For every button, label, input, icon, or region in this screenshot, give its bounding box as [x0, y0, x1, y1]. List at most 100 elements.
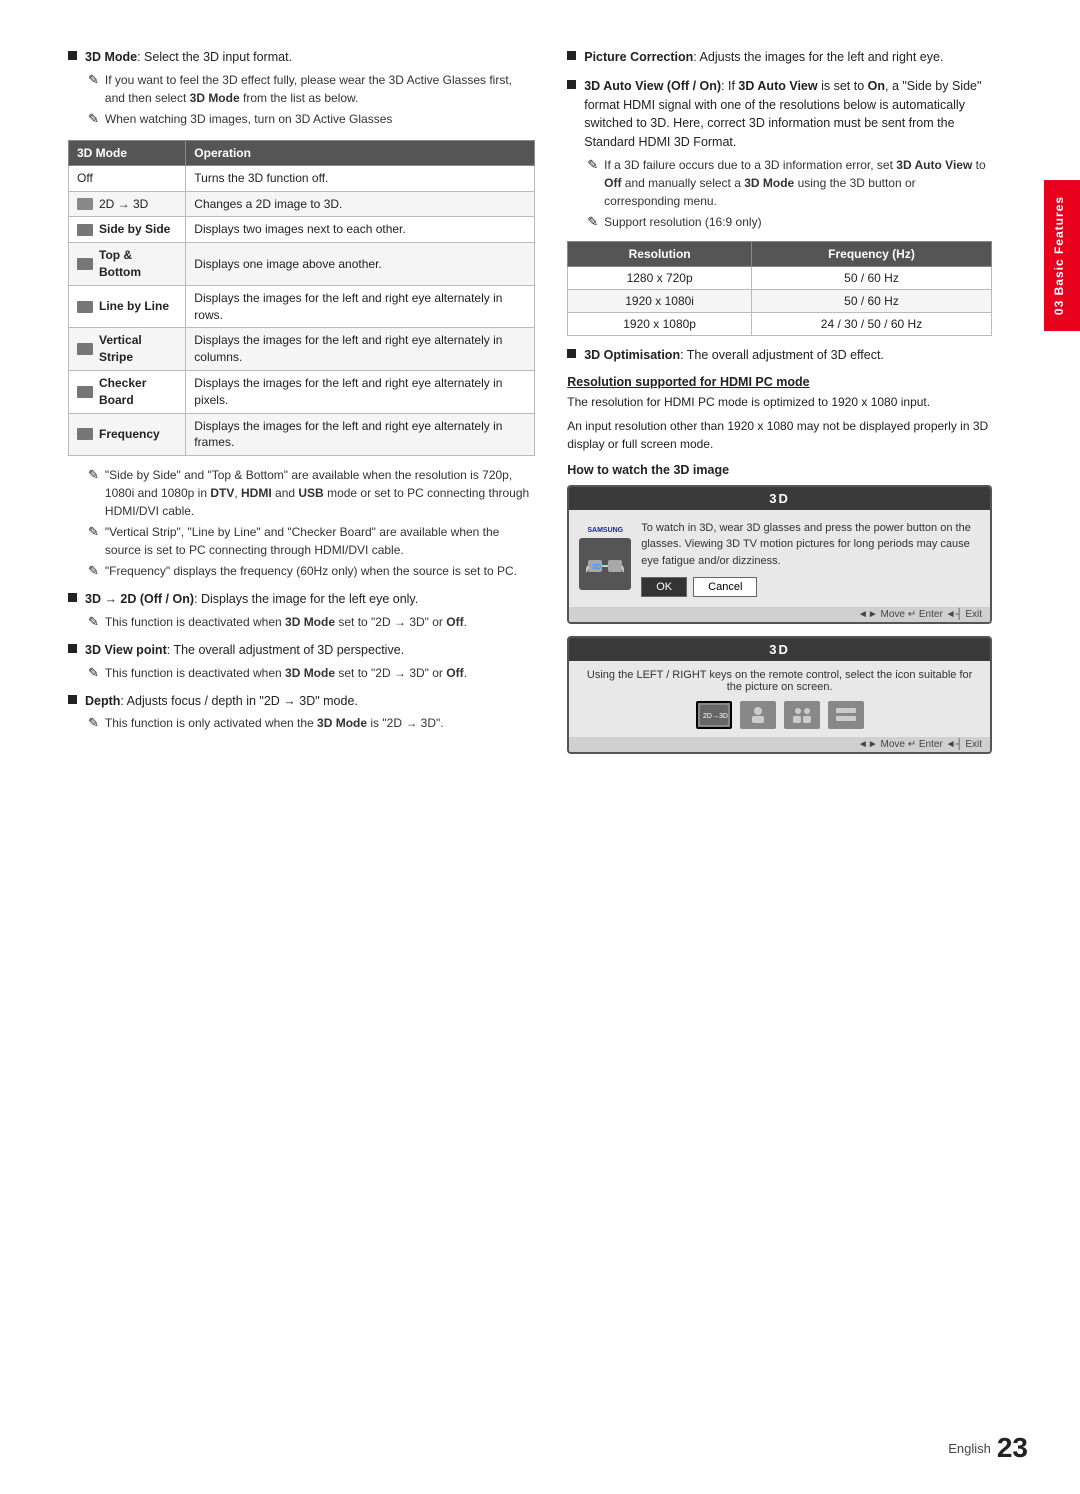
glasses-svg: 3D — [586, 550, 624, 578]
freq-cell: 24 / 30 / 50 / 60 Hz — [752, 312, 992, 335]
table-header-operation: Operation — [186, 140, 535, 165]
table-header-mode: 3D Mode — [69, 140, 186, 165]
pencil-icon-2: ✎ — [88, 111, 99, 127]
depth-text: Depth: Adjusts focus / depth in "2D → 3D… — [85, 692, 358, 711]
table-row: Frequency Displays the images for the le… — [69, 413, 535, 456]
cancel-button[interactable]: Cancel — [693, 577, 757, 597]
bullet-3d-viewpoint: 3D View point: The overall adjustment of… — [68, 641, 535, 682]
dialog-icon-area: SAMSUNG 3D — [579, 527, 631, 590]
bullet-3d-auto-view: 3D Auto View (Off / On): If 3D Auto View… — [567, 77, 992, 231]
right-column: Picture Correction: Adjusts the images f… — [567, 48, 992, 766]
pencil-icon-1: ✎ — [88, 72, 99, 88]
picture-correction-text: Picture Correction: Adjusts the images f… — [584, 48, 943, 67]
note-text-1: "Side by Side" and "Top & Bottom" are av… — [105, 466, 535, 520]
dialog-text-area-1: To watch in 3D, wear 3D glasses and pres… — [641, 520, 980, 598]
table-row: Off Turns the 3D function off. — [69, 165, 535, 191]
resolution-table: Resolution Frequency (Hz) 1280 x 720p 50… — [567, 241, 992, 336]
3d-2d-text: 3D → 2D (Off / On): Displays the image f… — [85, 590, 418, 609]
ok-button[interactable]: OK — [641, 577, 687, 597]
sub-text-auto-view-1: If a 3D failure occurs due to a 3D infor… — [604, 156, 992, 210]
bullet-icon — [567, 80, 576, 89]
svg-text:3D: 3D — [592, 564, 601, 571]
page-number: 23 — [997, 1434, 1028, 1462]
bullet-3d-mode: 3D Mode: Select the 3D input format. ✎ I… — [68, 48, 535, 128]
bullet-icon — [68, 51, 77, 60]
table-row: 2D → 3D Changes a 2D image to 3D. — [69, 191, 535, 217]
table-note-2: ✎ "Vertical Strip", "Line by Line" and "… — [88, 523, 535, 559]
dialog-buttons-1: OK Cancel — [641, 577, 980, 597]
dialog2-icons-row: 2D→3D — [581, 701, 978, 729]
table-row: 1280 x 720p 50 / 60 Hz — [568, 266, 992, 289]
samsung-logo: SAMSUNG — [587, 527, 623, 534]
mode-cell: Off — [69, 165, 186, 191]
sub-bullet-1: ✎ If you want to feel the 3D effect full… — [88, 71, 535, 107]
mode-icon — [77, 343, 93, 355]
mode-icon — [77, 386, 93, 398]
mode-cell: Top & Bottom — [69, 243, 186, 286]
mode-icon — [77, 224, 93, 236]
3d-2d-label: 3D → 2D (Off / On) — [85, 592, 194, 606]
dialog-body-1: SAMSUNG 3D — [569, 510, 990, 608]
dialog2-body: Using the LEFT / RIGHT keys on the remot… — [569, 661, 990, 737]
3d-optimisation-text: 3D Optimisation: The overall adjustment … — [584, 346, 884, 365]
mode-icon — [77, 198, 93, 210]
res-header-res: Resolution — [568, 241, 752, 266]
sub-bullet-3d-2d: ✎ This function is deactivated when 3D M… — [88, 613, 535, 631]
sub-bullet-viewpoint: ✎ This function is deactivated when 3D M… — [88, 664, 535, 682]
table-row: Vertical Stripe Displays the images for … — [69, 328, 535, 371]
bullet-icon — [68, 695, 77, 704]
table-row: 1920 x 1080p 24 / 30 / 50 / 60 Hz — [568, 312, 992, 335]
section-tab: 03 Basic Features — [1044, 180, 1080, 331]
bullet-3d-mode-text: 3D Mode: Select the 3D input format. — [85, 48, 292, 67]
bullet-3d-to-2d: 3D → 2D (Off / On): Displays the image f… — [68, 590, 535, 631]
res-cell: 1920 x 1080p — [568, 312, 752, 335]
operation-cell: Displays the images for the left and rig… — [186, 285, 535, 328]
mode-cell: 2D → 3D — [69, 191, 186, 217]
3d-auto-view-text: 3D Auto View (Off / On): If 3D Auto View… — [584, 77, 992, 152]
dialog-box-1: 3D SAMSUNG 3D — [567, 485, 992, 625]
sub-text-auto-view-2: Support resolution (16:9 only) — [604, 213, 761, 231]
sub-bullet-2: ✎ When watching 3D images, turn on 3D Ac… — [88, 110, 535, 128]
person-icon-2 — [788, 705, 816, 725]
operation-cell: Turns the 3D function off. — [186, 165, 535, 191]
mode-icon — [77, 258, 93, 270]
3d-viewpoint-label: 3D View point — [85, 643, 167, 657]
operation-cell: Displays the images for the left and rig… — [186, 328, 535, 371]
table-row: Top & Bottom Displays one image above an… — [69, 243, 535, 286]
pencil-icon-5: ✎ — [88, 563, 99, 579]
sub-text-3d-2d: This function is deactivated when 3D Mod… — [105, 613, 467, 631]
note-text-3: "Frequency" displays the frequency (60Hz… — [105, 562, 517, 580]
d2-icon-1: 2D→3D — [696, 701, 732, 729]
table-note-1: ✎ "Side by Side" and "Top & Bottom" are … — [88, 466, 535, 520]
table-row: Line by Line Displays the images for the… — [69, 285, 535, 328]
mode-cell: Checker Board — [69, 370, 186, 413]
mode-icon — [77, 301, 93, 313]
res-cell: 1280 x 720p — [568, 266, 752, 289]
sub-text-1: If you want to feel the 3D effect fully,… — [105, 71, 535, 107]
pencil-icon-7: ✎ — [88, 665, 99, 681]
table-row: 1920 x 1080i 50 / 60 Hz — [568, 289, 992, 312]
dialog-text-1: To watch in 3D, wear 3D glasses and pres… — [641, 522, 971, 567]
pencil-icon-3: ✎ — [88, 467, 99, 483]
dialog-box-2: 3D Using the LEFT / RIGHT keys on the re… — [567, 636, 992, 754]
dialog-header-2: 3D — [569, 638, 990, 661]
mode-icon — [77, 428, 93, 440]
2d-3d-icon: 2D→3D — [700, 705, 728, 725]
operation-cell: Changes a 2D image to 3D. — [186, 191, 535, 217]
operation-cell: Displays two images next to each other. — [186, 217, 535, 243]
english-label: English — [948, 1441, 991, 1456]
pencil-icon-8: ✎ — [88, 715, 99, 731]
dialog-footer-2: ◄► Move ↵ Enter ◄┤ Exit — [569, 737, 990, 752]
watch-3d-heading: How to watch the 3D image — [567, 463, 992, 477]
pencil-icon-10: ✎ — [587, 214, 598, 230]
note-text-2: "Vertical Strip", "Line by Line" and "Ch… — [105, 523, 535, 559]
person-icon-1 — [744, 705, 772, 725]
sub-bullet-auto-view-2: ✎ Support resolution (16:9 only) — [587, 213, 992, 231]
3d-glasses-icon: 3D — [579, 538, 631, 590]
hdmi-text-1: The resolution for HDMI PC mode is optim… — [567, 393, 992, 411]
table-row: Checker Board Displays the images for th… — [69, 370, 535, 413]
hdmi-section-heading: Resolution supported for HDMI PC mode — [567, 375, 992, 389]
dialog2-text: Using the LEFT / RIGHT keys on the remot… — [587, 669, 972, 693]
sub-text-viewpoint: This function is deactivated when 3D Mod… — [105, 664, 467, 682]
bullet-icon — [567, 51, 576, 60]
